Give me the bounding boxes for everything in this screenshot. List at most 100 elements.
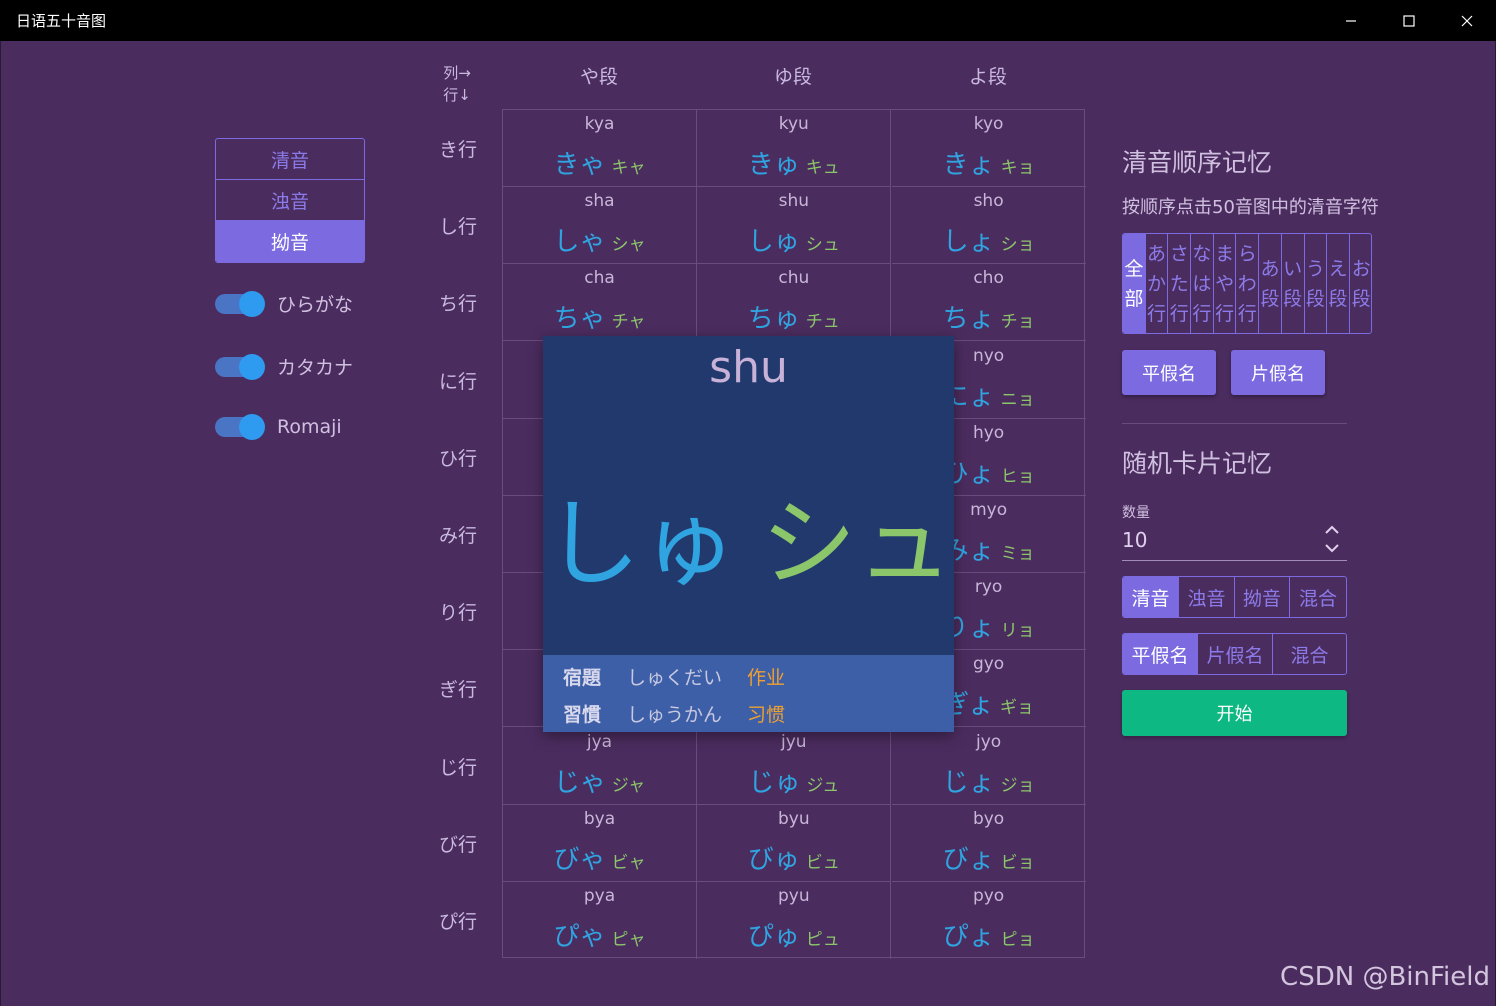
grid-corner-header: 列→ 行↓: [432, 62, 482, 106]
minimize-button[interactable]: [1322, 0, 1380, 41]
sound-dakuon[interactable]: 浊音: [1179, 577, 1235, 617]
kana-cell[interactable]: jya じゃ ジャ: [503, 727, 697, 805]
toggle-knob: [239, 414, 265, 440]
kana-cell[interactable]: sho しょ ショ: [891, 187, 1086, 265]
romaji-toggle[interactable]: [215, 414, 265, 440]
card-kana: しゅ シュ: [543, 466, 954, 605]
kana-cell[interactable]: jyu じゅ ジュ: [697, 727, 892, 805]
mode-dakuon[interactable]: 浊音: [216, 180, 364, 221]
mode-seion[interactable]: 清音: [216, 139, 364, 180]
close-button[interactable]: [1438, 0, 1496, 41]
cell-romaji: chu: [778, 268, 810, 289]
kana-cell[interactable]: pya ぴゃ ピャ: [503, 882, 697, 959]
cell-hiragana: ぴゃ: [553, 922, 606, 952]
kana-cell[interactable]: byu びゅ ビュ: [697, 804, 892, 882]
row-header: ひ行: [438, 447, 477, 470]
row-selector-char: さ: [1169, 242, 1189, 265]
cell-kana: ぴゃ ピャ: [503, 916, 696, 953]
row-selector-char: 段: [1260, 287, 1280, 310]
row-selector-item[interactable]: まや行: [1214, 234, 1237, 333]
romaji-toggle-row: Romaji: [215, 414, 342, 440]
row-header: じ行: [438, 756, 477, 779]
row-selector-item[interactable]: え段: [1327, 234, 1350, 333]
kana-cell[interactable]: pyu ぴゅ ピュ: [697, 882, 892, 959]
row-selector-item[interactable]: う段: [1305, 234, 1328, 333]
kana-cell[interactable]: cha ちゃ チャ: [503, 264, 697, 342]
cell-kana: しょ ショ: [892, 221, 1086, 258]
quantity-input[interactable]: 10: [1122, 528, 1147, 552]
kana-detail-card[interactable]: shu しゅ シュ 宿題 しゅくだい 作业 習慣 しゅうかん 习惯: [543, 336, 954, 732]
cell-romaji: sho: [973, 191, 1004, 212]
row-selector-char: 行: [1169, 302, 1189, 325]
sound-youon[interactable]: 拗音: [1235, 577, 1290, 617]
cell-romaji: kya: [584, 114, 615, 134]
kana-cell[interactable]: kyu きゅ キュ: [697, 110, 892, 187]
minimize-icon: [1346, 19, 1356, 22]
cell-katakana: ビャ: [611, 852, 646, 873]
cell-katakana: ジュ: [806, 775, 840, 796]
start-button[interactable]: 开始: [1122, 690, 1347, 736]
kana-cell[interactable]: pyo ぴょ ピョ: [892, 882, 1086, 959]
script-mixed[interactable]: 混合: [1273, 634, 1346, 674]
quantity-label: 数量: [1122, 505, 1150, 521]
kana-cell[interactable]: kya きゃ キャ: [503, 110, 697, 187]
row-selector-item[interactable]: なは行: [1191, 234, 1214, 333]
row-selector-item[interactable]: あ段: [1259, 234, 1282, 333]
maximize-button[interactable]: [1380, 0, 1438, 41]
row-header: し行: [438, 216, 477, 239]
kana-cell[interactable]: sha しゃ シャ: [503, 187, 697, 265]
window-controls: [1322, 0, 1496, 41]
cell-hiragana: ちゅ: [747, 304, 800, 335]
kana-cell[interactable]: kyo きょ キョ: [891, 110, 1086, 187]
row-header: ぴ行: [438, 911, 477, 933]
close-icon: [1461, 15, 1473, 26]
title-bar: 日语五十音图: [0, 0, 1496, 41]
kana-cell[interactable]: bya びゃ ビャ: [503, 804, 697, 882]
row-selector-char: は: [1192, 272, 1212, 295]
chevron-down-icon[interactable]: [1322, 542, 1342, 556]
cell-kana: きゃ キャ: [503, 144, 696, 181]
sound-mixed[interactable]: 混合: [1290, 577, 1346, 617]
hiragana-toggle[interactable]: [215, 290, 265, 317]
cell-romaji: cha: [584, 268, 615, 289]
cell-katakana: シャ: [611, 235, 646, 256]
katakana-order-button[interactable]: 片假名: [1231, 350, 1325, 395]
corner-col-label: 列→: [443, 64, 471, 82]
row-selector-char: か: [1147, 272, 1167, 295]
row-selector-item[interactable]: らわ行: [1236, 234, 1260, 333]
sound-seion[interactable]: 清音: [1123, 577, 1179, 617]
kana-cell[interactable]: shu しゅ シュ: [697, 187, 892, 265]
chevron-up-icon[interactable]: [1322, 522, 1342, 536]
cell-kana: びゅ ビュ: [697, 839, 890, 876]
kana-cell[interactable]: jyo じょ ジョ: [891, 728, 1086, 805]
cell-hiragana: きょ: [942, 150, 995, 180]
kana-cell[interactable]: chu ちゅ チュ: [697, 264, 892, 342]
katakana-toggle-row: カタカナ: [215, 353, 353, 380]
toggle-knob: [239, 290, 265, 317]
quantity-stepper[interactable]: [1322, 522, 1342, 558]
script-katakana[interactable]: 片假名: [1198, 634, 1273, 674]
row-selector-char: え: [1328, 257, 1348, 280]
kana-cell[interactable]: byo びょ ビョ: [891, 805, 1086, 882]
mode-segment-group: 清音 浊音 拗音: [215, 138, 365, 263]
mode-youon[interactable]: 拗音: [216, 221, 364, 262]
katakana-toggle[interactable]: [215, 353, 265, 380]
row-selector-item[interactable]: い段: [1282, 234, 1305, 333]
cell-katakana: チョ: [1000, 312, 1035, 333]
hiragana-order-button[interactable]: 平假名: [1122, 350, 1216, 395]
row-selector-item[interactable]: あか行: [1146, 234, 1169, 333]
row-selector-item[interactable]: お段: [1350, 234, 1371, 333]
cell-katakana: ピョ: [1000, 930, 1035, 950]
script-hiragana[interactable]: 平假名: [1123, 634, 1198, 674]
row-selector-char: ま: [1215, 242, 1235, 265]
cell-hiragana: しゅ: [747, 227, 800, 258]
row-selector-item[interactable]: さた行: [1168, 234, 1192, 333]
cell-hiragana: ぴょ: [942, 922, 995, 952]
cell-hiragana: じゅ: [748, 767, 801, 798]
cell-kana: ちゃ チャ: [503, 298, 696, 335]
row-selector-item[interactable]: 全部: [1123, 234, 1146, 333]
maximize-icon: [1403, 14, 1415, 27]
row-selector-char: 部: [1124, 287, 1144, 310]
cell-kana: ぴゅ ピュ: [697, 916, 890, 953]
kana-cell[interactable]: cho ちょ チョ: [891, 264, 1086, 342]
